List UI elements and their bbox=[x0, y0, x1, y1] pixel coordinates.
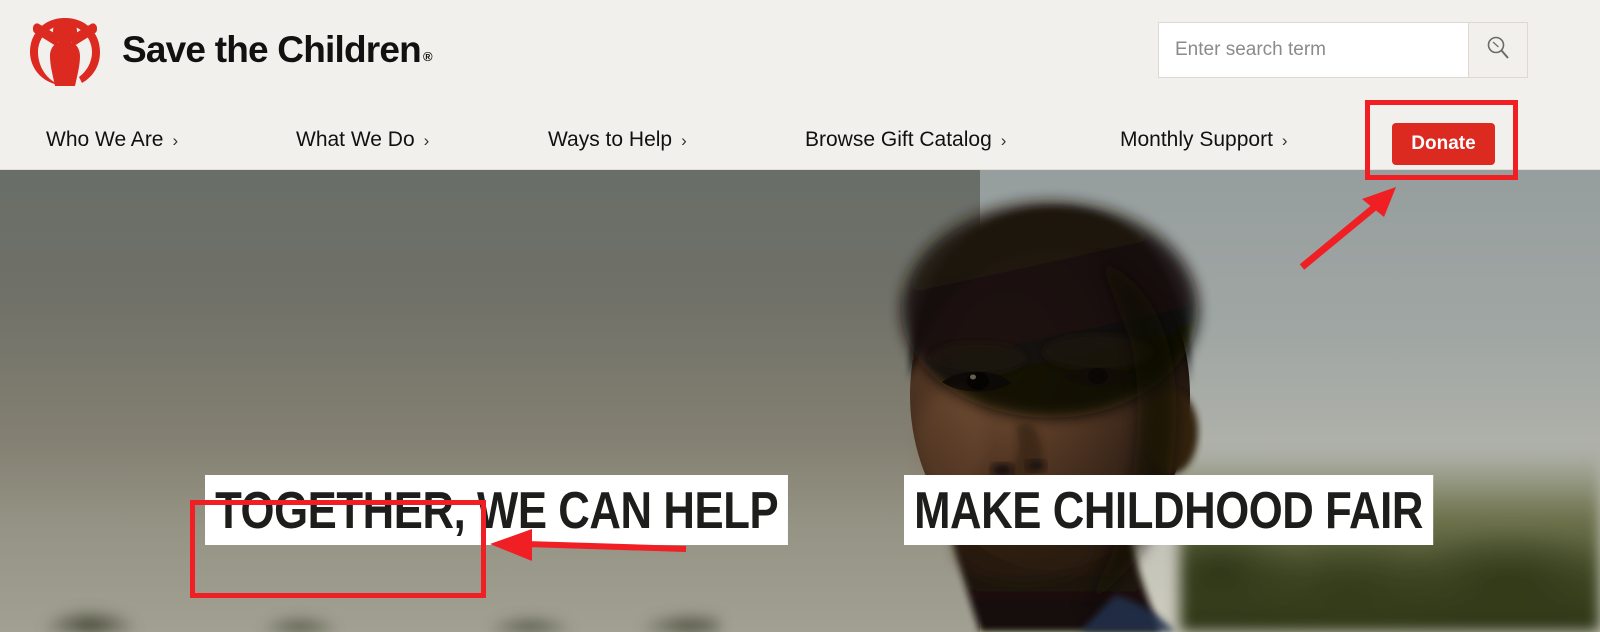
search-submit-button[interactable] bbox=[1468, 22, 1528, 78]
nav-item-who-we-are[interactable]: Who We Are › bbox=[46, 110, 178, 170]
site-header: Save the Children ® bbox=[0, 0, 1600, 110]
brand-name: Save the Children bbox=[122, 29, 422, 70]
chevron-right-icon: › bbox=[172, 130, 179, 150]
nav-item-ways-to-help[interactable]: Ways to Help › bbox=[548, 110, 687, 170]
chevron-right-icon: › bbox=[1281, 130, 1288, 150]
brand-logo-link[interactable]: Save the Children ® bbox=[22, 6, 432, 94]
hero-background-vegetation-left bbox=[0, 542, 720, 632]
save-the-children-logo-icon bbox=[22, 6, 108, 94]
nav-item-label: Browse Gift Catalog bbox=[805, 128, 992, 151]
registered-mark: ® bbox=[422, 49, 433, 64]
nav-item-browse-gift-catalog[interactable]: Browse Gift Catalog › bbox=[805, 110, 1006, 170]
chevron-right-icon: › bbox=[423, 130, 430, 150]
search-form bbox=[1158, 22, 1528, 78]
chevron-right-icon: › bbox=[1000, 130, 1007, 150]
nav-item-label: Monthly Support bbox=[1120, 128, 1273, 151]
nav-item-monthly-support[interactable]: Monthly Support › bbox=[1120, 110, 1288, 170]
search-input[interactable] bbox=[1158, 22, 1468, 78]
hero-child-portrait bbox=[830, 170, 1260, 632]
nav-item-label: Who We Are bbox=[46, 128, 164, 151]
hero-headline-line-2: MAKE CHILDHOOD FAIR bbox=[903, 475, 1433, 545]
hero-headline: TOGETHER, WE CAN HELP MAKE CHILDHOOD FAI… bbox=[205, 473, 1534, 545]
nav-item-label: Ways to Help bbox=[548, 128, 673, 151]
nav-donate-button[interactable]: Donate bbox=[1392, 123, 1495, 165]
brand-wordmark: Save the Children ® bbox=[122, 29, 432, 71]
magnifier-icon bbox=[1484, 34, 1512, 67]
page-root: Save the Children ® Who We Are › bbox=[0, 0, 1600, 632]
hero-banner: TOGETHER, WE CAN HELP MAKE CHILDHOOD FAI… bbox=[0, 170, 1600, 632]
hero-headline-line-1: TOGETHER, WE CAN HELP bbox=[205, 475, 789, 545]
chevron-right-icon: › bbox=[681, 130, 687, 150]
main-navigation: Who We Are › What We Do › Ways to Help ›… bbox=[0, 110, 1600, 170]
nav-item-what-we-do[interactable]: What We Do › bbox=[296, 110, 429, 170]
nav-item-label: What We Do bbox=[296, 128, 415, 151]
